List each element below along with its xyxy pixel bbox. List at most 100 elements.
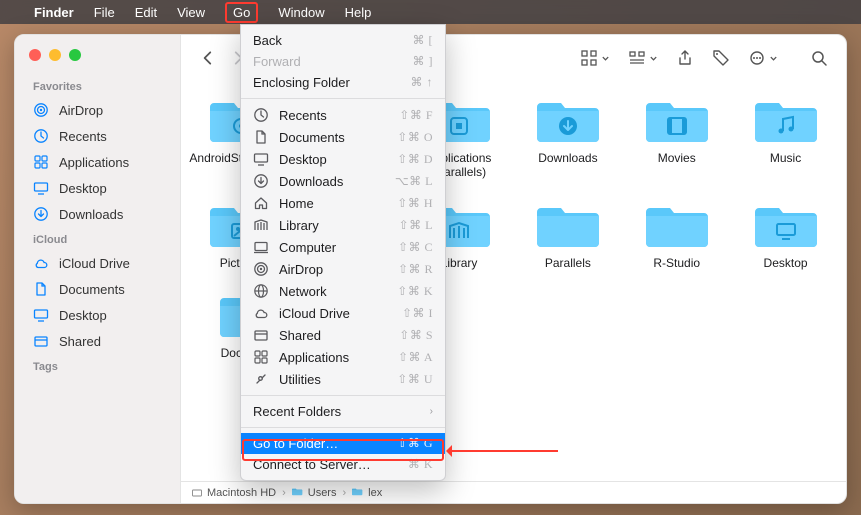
- menu-item-label: Computer: [279, 240, 336, 255]
- folder-icon: [535, 93, 601, 145]
- menu-file[interactable]: File: [94, 5, 115, 20]
- sidebar-icloud-drive[interactable]: iCloud Drive: [15, 251, 180, 275]
- menu-item-label: Downloads: [279, 174, 343, 189]
- download-icon: [33, 206, 49, 222]
- menu-go[interactable]: Go: [225, 2, 258, 23]
- folder-label: Library: [441, 256, 478, 270]
- shortcut: ⇧⌘ H: [397, 196, 433, 211]
- menu-enclosing[interactable]: Enclosing Folder⌘ ↑: [241, 72, 445, 93]
- menu-back[interactable]: Back ⌘ [: [241, 30, 445, 51]
- sidebar-desktop-icloud[interactable]: Desktop: [15, 303, 180, 327]
- window-controls: [15, 49, 180, 73]
- tags-heading: Tags: [15, 355, 180, 376]
- menu-computer[interactable]: Computer⇧⌘ C: [241, 236, 445, 258]
- menu-home[interactable]: Home⇧⌘ H: [241, 192, 445, 214]
- folder-item[interactable]: Parallels: [516, 198, 620, 270]
- back-button[interactable]: [199, 49, 217, 67]
- folder-icon: [753, 93, 819, 145]
- menu-utilities[interactable]: Utilities⇧⌘ U: [241, 368, 445, 390]
- minimize-button[interactable]: [49, 49, 61, 61]
- folder-item[interactable]: Movies: [625, 93, 729, 180]
- util-icon: [253, 371, 269, 387]
- path-crumb[interactable]: Macintosh HD: [191, 487, 276, 499]
- sidebar-desktop[interactable]: Desktop: [15, 176, 180, 200]
- menu-window[interactable]: Window: [278, 5, 324, 20]
- view-mode-button[interactable]: [580, 49, 610, 67]
- path-bar: Macintosh HD › Users › lex: [181, 481, 846, 503]
- shortcut: ⇧⌘ D: [397, 152, 433, 167]
- menu-item-label: Forward: [253, 54, 301, 69]
- path-crumb[interactable]: lex: [352, 487, 382, 499]
- search-button[interactable]: [810, 49, 828, 67]
- folder-item[interactable]: Downloads: [516, 93, 620, 180]
- app-name[interactable]: Finder: [34, 5, 74, 20]
- menu-help[interactable]: Help: [345, 5, 372, 20]
- shortcut: ⇧⌘ S: [399, 328, 433, 343]
- zoom-button[interactable]: [69, 49, 81, 61]
- share-button[interactable]: [676, 49, 694, 67]
- doc-icon: [253, 129, 269, 145]
- menu-network[interactable]: Network⇧⌘ K: [241, 280, 445, 302]
- menu-recent-folders[interactable]: Recent Folders›: [241, 401, 445, 422]
- shortcut: ⇧⌘ L: [399, 218, 433, 233]
- action-button[interactable]: [748, 49, 778, 67]
- folder-label: R-Studio: [653, 256, 700, 270]
- menu-icloud-drive[interactable]: iCloud Drive⇧⌘ I: [241, 302, 445, 324]
- menu-desktop[interactable]: Desktop⇧⌘ D: [241, 148, 445, 170]
- folder-item[interactable]: Music: [734, 93, 838, 180]
- menu-item-label: Go to Folder…: [253, 436, 338, 451]
- shortcut: ⌘ K: [408, 457, 433, 472]
- close-button[interactable]: [29, 49, 41, 61]
- menu-separator: [241, 98, 445, 99]
- menu-edit[interactable]: Edit: [135, 5, 157, 20]
- sidebar-downloads[interactable]: Downloads: [15, 202, 180, 226]
- folder-label: Parallels: [545, 256, 591, 270]
- sidebar-item-label: Desktop: [59, 308, 107, 323]
- folder-item[interactable]: R-Studio: [625, 198, 729, 270]
- download-icon: [253, 173, 269, 189]
- menu-library[interactable]: Library ⇧⌘ L: [241, 214, 445, 236]
- sidebar-airdrop[interactable]: AirDrop: [15, 98, 180, 122]
- sidebar-item-label: Downloads: [59, 207, 123, 222]
- menu-shared[interactable]: Shared⇧⌘ S: [241, 324, 445, 346]
- folder-icon: [644, 93, 710, 145]
- menu-view[interactable]: View: [177, 5, 205, 20]
- clock-icon: [33, 128, 49, 144]
- path-crumb[interactable]: Users: [292, 487, 337, 499]
- menu-connect-server[interactable]: Connect to Server…⌘ K: [241, 454, 445, 475]
- menu-airdrop[interactable]: AirDrop⇧⌘ R: [241, 258, 445, 280]
- folder-label: Desktop: [764, 256, 808, 270]
- menubar: Finder File Edit View Go Window Help: [0, 0, 861, 24]
- sidebar-item-label: Desktop: [59, 181, 107, 196]
- folder-icon: [535, 198, 601, 250]
- tag-button[interactable]: [712, 49, 730, 67]
- group-button[interactable]: [628, 49, 658, 67]
- menu-item-label: Recents: [279, 108, 327, 123]
- folder-label: Downloads: [538, 151, 597, 165]
- shortcut: ⇧⌘ O: [397, 130, 433, 145]
- shortcut: ⇧⌘ K: [397, 284, 433, 299]
- shortcut: ⇧⌘ I: [402, 306, 433, 321]
- menu-go-to-folder[interactable]: Go to Folder…⇧⌘ G: [241, 433, 445, 454]
- computer-icon: [253, 239, 269, 255]
- menu-item-label: Library: [279, 218, 319, 233]
- menu-documents[interactable]: Documents⇧⌘ O: [241, 126, 445, 148]
- menu-forward: Forward⌘ ]: [241, 51, 445, 72]
- folder-label: Music: [770, 151, 801, 165]
- sidebar-applications[interactable]: Applications: [15, 150, 180, 174]
- menu-item-label: Back: [253, 33, 282, 48]
- menu-item-label: Recent Folders: [253, 404, 341, 419]
- favorites-heading: Favorites: [15, 75, 180, 96]
- library-icon: [253, 217, 269, 233]
- menu-recents[interactable]: Recents⇧⌘ F: [241, 104, 445, 126]
- shortcut: ⇧⌘ U: [397, 372, 433, 387]
- folder-item[interactable]: Desktop: [734, 198, 838, 270]
- shortcut: ⌘ [: [413, 33, 434, 48]
- sidebar-shared[interactable]: Shared: [15, 329, 180, 353]
- sidebar-recents[interactable]: Recents: [15, 124, 180, 148]
- menu-applications[interactable]: Applications⇧⌘ A: [241, 346, 445, 368]
- shortcut: ⌘ ↑: [411, 75, 434, 90]
- sidebar-item-label: iCloud Drive: [59, 256, 130, 271]
- sidebar-documents[interactable]: Documents: [15, 277, 180, 301]
- menu-downloads[interactable]: Downloads⌥⌘ L: [241, 170, 445, 192]
